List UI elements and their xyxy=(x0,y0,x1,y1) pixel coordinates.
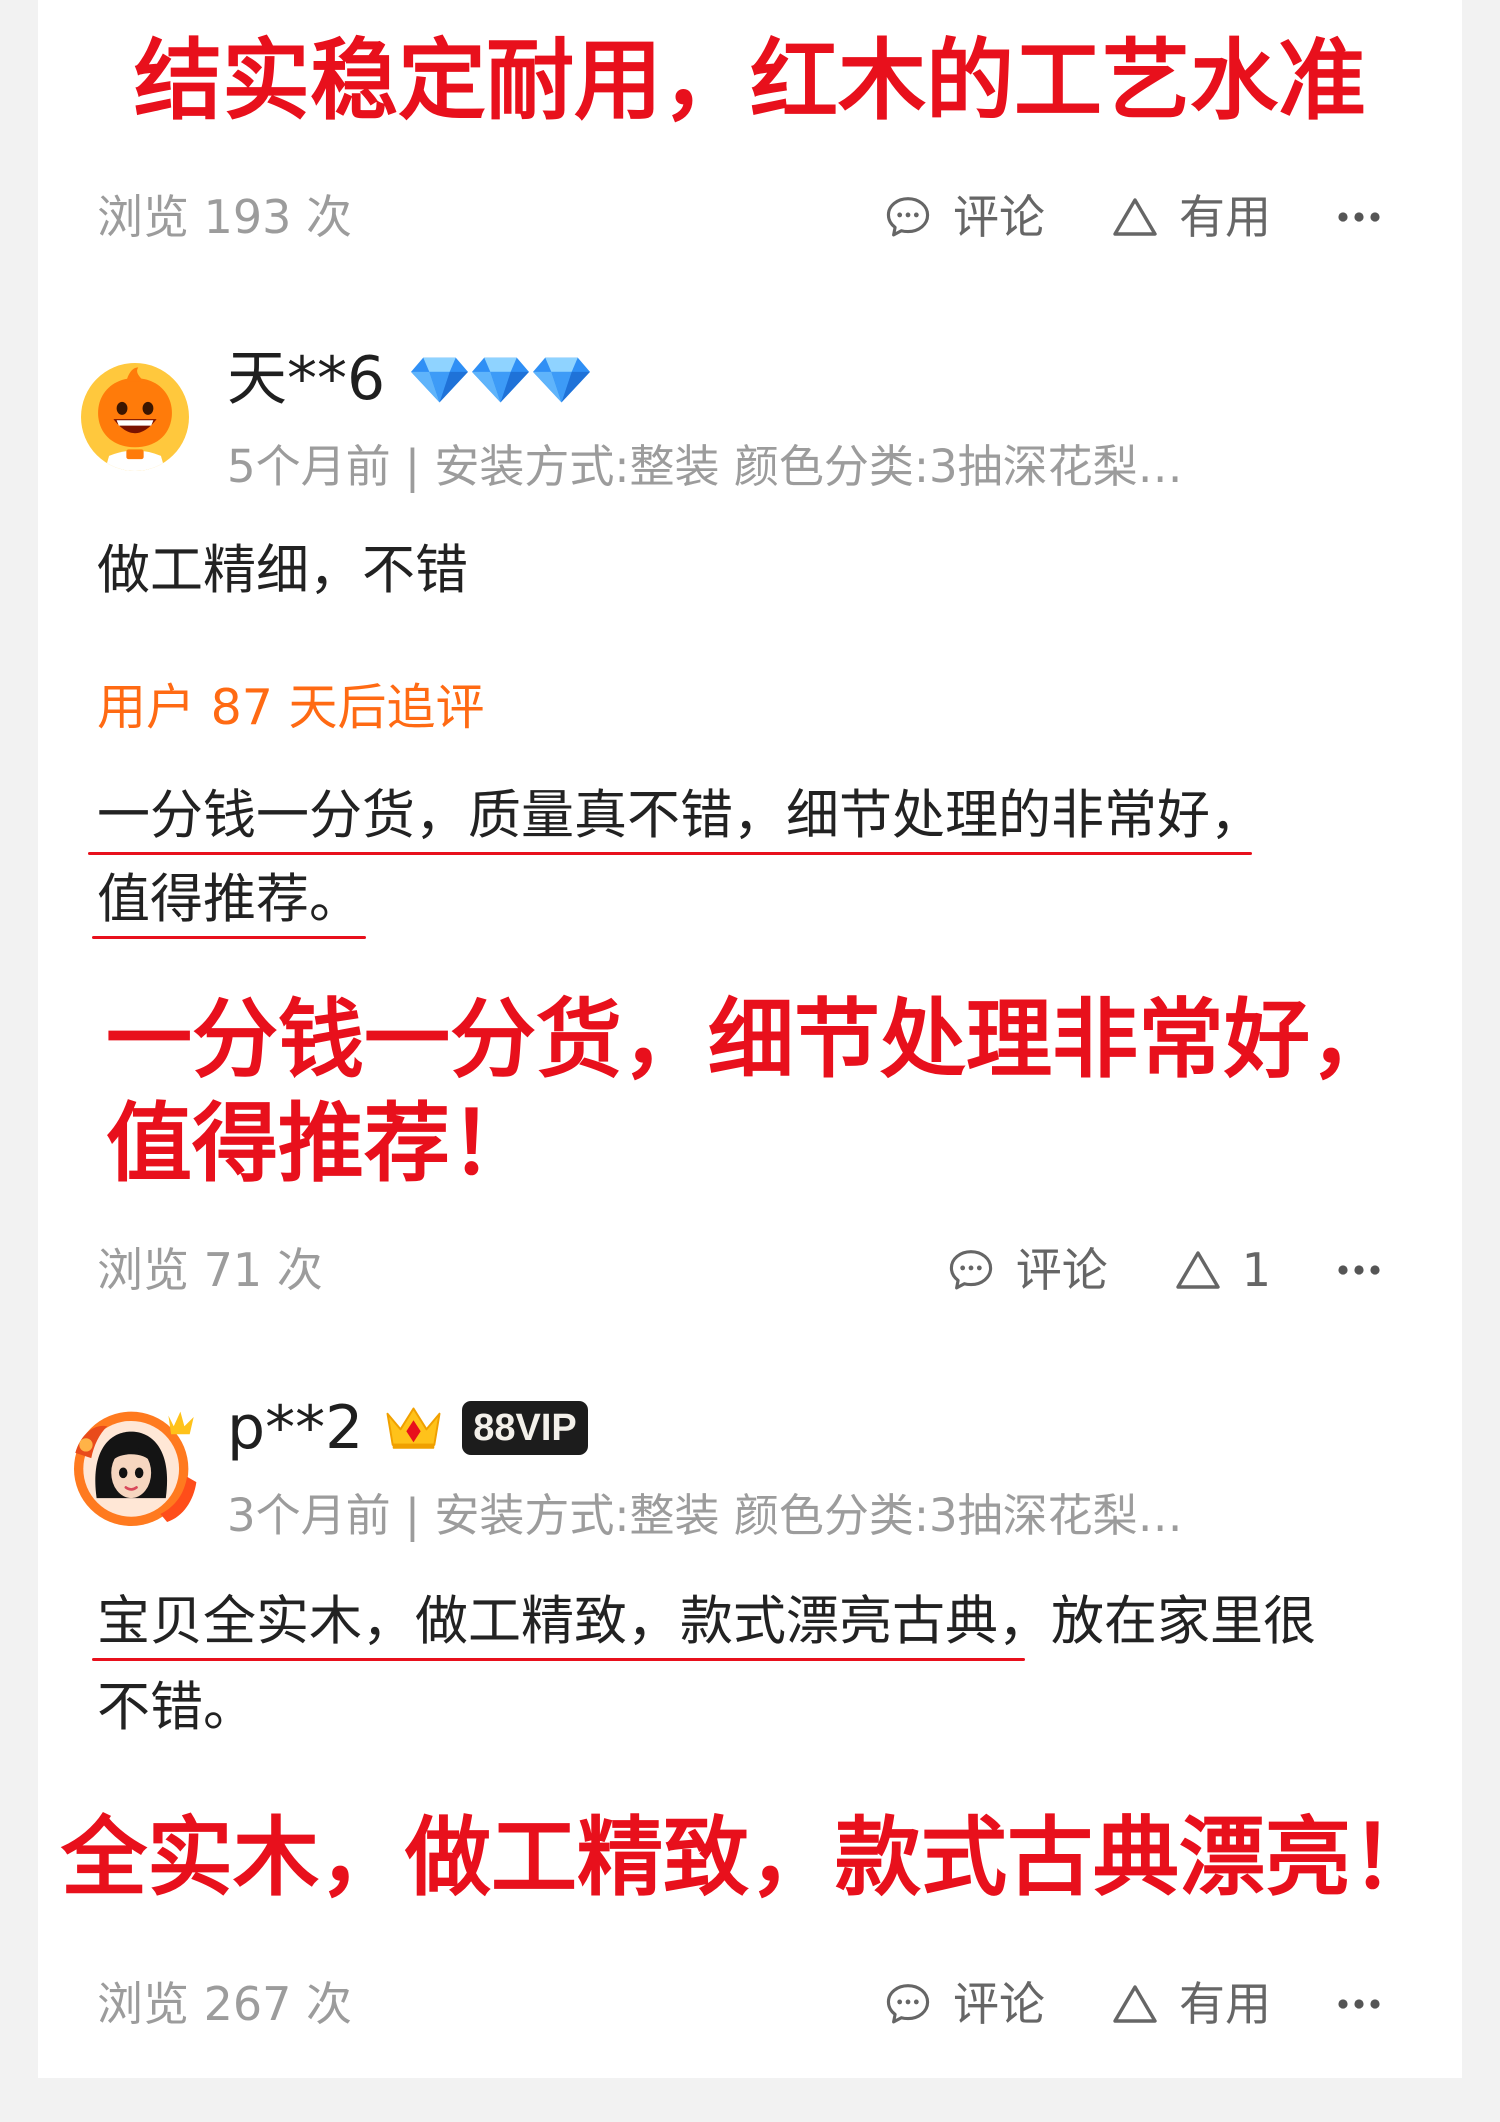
useful-label: 有用 xyxy=(1179,1977,1271,2031)
more-icon[interactable] xyxy=(1337,1240,1381,1300)
useful-button[interactable]: 有用 xyxy=(1111,187,1271,247)
comment-icon xyxy=(883,192,933,242)
headline-annotation: 结实稳定耐用，红木的工艺水准 xyxy=(133,29,1366,132)
triangle-up-icon xyxy=(1174,1249,1222,1291)
highlight-annotation: 一分钱一分货，细节处理非常好， 值得推荐！ xyxy=(106,988,1396,1196)
diamond-icon xyxy=(470,353,531,405)
comment-button[interactable]: 评论 xyxy=(946,1240,1108,1300)
user-avatar xyxy=(81,363,189,471)
diamond-icon xyxy=(531,353,592,405)
review-actions: 评论 1 xyxy=(946,1240,1381,1300)
comment-button[interactable]: 评论 xyxy=(883,187,1045,247)
review-text: 宝贝全实木，做工精致，款式漂亮古典，放在家里很 不错。 xyxy=(97,1579,1316,1751)
user-name-row: 天**6 xyxy=(227,343,592,415)
useful-button[interactable]: 1 xyxy=(1174,1240,1271,1300)
red-underline-annotation xyxy=(88,852,1252,855)
review-text: 做工精细，不错 xyxy=(97,539,468,603)
comment-label: 评论 xyxy=(1015,1243,1108,1297)
more-icon[interactable] xyxy=(1337,1974,1381,2034)
user-name-row: p**2 88VIP xyxy=(227,1392,588,1464)
review-meta: 5个月前 | 安装方式:整装 颜色分类:3抽深花梨… xyxy=(227,440,1183,493)
followup-text-line: 一分钱一分货，质量真不错，细节处理的非常好， xyxy=(97,785,1263,846)
highlight-annotation-line: 一分钱一分货，细节处理非常好， xyxy=(106,990,1396,1090)
view-count: 浏览 193 次 xyxy=(97,190,353,244)
level-badge xyxy=(409,353,592,405)
view-count: 浏览 267 次 xyxy=(97,1977,353,2031)
review-meta: 3个月前 | 安装方式:整装 颜色分类:3抽深花梨… xyxy=(227,1489,1183,1542)
review-actions: 评论 有用 xyxy=(883,1974,1381,2034)
comment-icon xyxy=(883,1979,933,2029)
crown-icon xyxy=(381,1402,446,1454)
useful-button[interactable]: 有用 xyxy=(1111,1974,1271,2034)
review-text-line: 做工精细，不错 xyxy=(97,540,468,601)
review-actions: 评论 有用 xyxy=(883,187,1381,247)
triangle-up-icon xyxy=(1111,1983,1159,2025)
comment-label: 评论 xyxy=(953,1977,1045,2031)
comment-label: 评论 xyxy=(953,190,1045,244)
review-text-line: 宝贝全实木，做工精致，款式漂亮古典，放在家里很 xyxy=(97,1591,1316,1652)
useful-label: 有用 xyxy=(1179,190,1271,244)
username: p**2 xyxy=(227,1393,364,1463)
red-underline-annotation xyxy=(92,1658,1025,1661)
highlight-annotation-line: 值得推荐！ xyxy=(106,1094,536,1194)
user-avatar xyxy=(70,1397,203,1530)
comment-icon xyxy=(946,1245,996,1295)
more-icon[interactable] xyxy=(1337,187,1381,247)
followup-label: 用户 87 天后追评 xyxy=(97,679,485,736)
followup-text: 一分钱一分货，质量真不错，细节处理的非常好， 值得推荐。 xyxy=(97,774,1263,942)
triangle-up-icon xyxy=(1111,196,1159,238)
red-underline-annotation xyxy=(92,936,366,939)
diamond-icon xyxy=(409,353,470,405)
vip-badge: 88VIP xyxy=(462,1401,588,1455)
review-text-line: 不错。 xyxy=(97,1677,256,1738)
highlight-annotation-line: 全实木，做工精致，款式古典漂亮！ xyxy=(61,1808,1437,1908)
view-count: 浏览 71 次 xyxy=(97,1243,323,1297)
followup-text-line: 值得推荐。 xyxy=(97,869,362,930)
useful-count: 1 xyxy=(1241,1243,1271,1297)
highlight-annotation: 全实木，做工精致，款式古典漂亮！ xyxy=(61,1806,1437,1910)
username: 天**6 xyxy=(227,344,386,414)
comment-button[interactable]: 评论 xyxy=(883,1974,1045,2034)
